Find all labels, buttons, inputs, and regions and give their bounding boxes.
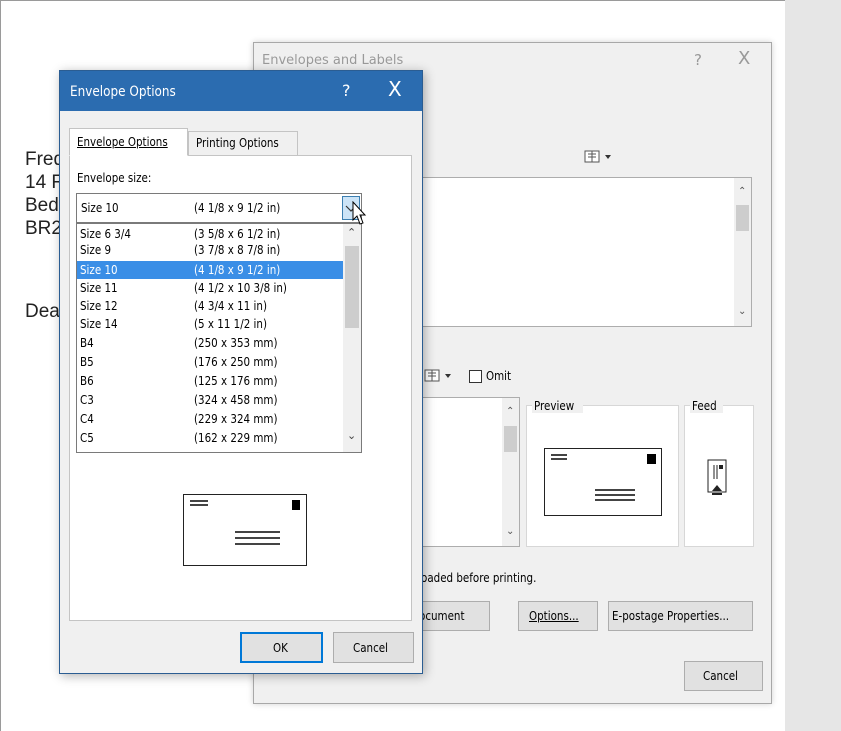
envelope-size-select[interactable]: Size 10 (4 1/8 x 9 1/2 in) — [76, 193, 362, 223]
return-address-field[interactable]: ⌃ ⌄ — [421, 397, 520, 547]
scroll-down-icon[interactable]: ⌄ — [347, 429, 356, 442]
delivery-scrollbar[interactable]: ⌃ ⌄ — [734, 178, 751, 326]
envelope-preview — [183, 494, 307, 566]
list-item[interactable]: B4 (250 x 353 mm) — [77, 336, 343, 351]
doc-line-4: BR2 — [25, 218, 62, 239]
list-item[interactable]: Size 14 (5 x 11 1/2 in) — [77, 317, 343, 332]
options-button[interactable]: Options... — [518, 601, 598, 631]
preview-label: Preview — [532, 399, 583, 413]
add-to-document-button[interactable]: ocument — [414, 601, 490, 631]
feed-note: oaded before printing. — [421, 571, 537, 585]
list-item[interactable]: Size 6 3/4 (3 5/8 x 6 1/2 in) — [77, 227, 343, 242]
list-item[interactable]: C3 (324 x 458 mm) — [77, 393, 343, 408]
feed-label: Feed — [690, 399, 723, 413]
preview-envelope[interactable] — [544, 448, 662, 516]
list-item[interactable]: C4 (229 x 324 mm) — [77, 412, 343, 427]
list-item[interactable]: B6 (125 x 176 mm) — [77, 374, 343, 389]
close-button[interactable]: X — [738, 48, 750, 69]
list-item[interactable]: Size 9 (3 7/8 x 8 7/8 in) — [77, 243, 343, 258]
dialog-title: Envelope Options — [70, 84, 176, 100]
envelope-size-label: Envelope size: — [77, 171, 152, 185]
help-button[interactable]: ? — [694, 51, 702, 69]
list-item[interactable]: C5 (162 x 229 mm) — [77, 431, 343, 446]
list-item[interactable]: Size 12 (4 3/4 x 11 in) — [77, 299, 343, 314]
omit-checkbox[interactable] — [469, 370, 482, 383]
scroll-up-icon[interactable]: ⌃ — [347, 226, 356, 239]
address-book-icon[interactable] — [584, 149, 616, 165]
list-item[interactable]: Size 11 (4 1/2 x 10 3/8 in) — [77, 281, 343, 296]
scroll-thumb[interactable] — [345, 246, 359, 328]
epostage-properties-button[interactable]: E-postage Properties... — [608, 601, 753, 631]
list-item[interactable]: B5 (176 x 250 mm) — [77, 355, 343, 370]
ok-button[interactable]: OK — [240, 632, 323, 663]
close-button[interactable]: X — [388, 77, 402, 101]
mouse-cursor-icon — [352, 200, 368, 227]
right-pane — [785, 0, 841, 731]
return-scrollbar[interactable]: ⌃ ⌄ — [502, 398, 519, 546]
return-address-book-icon[interactable] — [424, 368, 456, 384]
feed-icon[interactable] — [707, 459, 727, 509]
dialog-title: Envelopes and Labels — [262, 53, 404, 68]
dropdown-scrollbar[interactable]: ⌃ ⌄ — [343, 224, 361, 452]
tab-envelope-options[interactable]: Envelope Options — [69, 128, 188, 156]
help-button[interactable]: ? — [342, 81, 351, 100]
tab-printing-options[interactable]: Printing Options — [188, 131, 298, 155]
list-item-selected[interactable]: Size 10 (4 1/8 x 9 1/2 in) — [77, 261, 343, 279]
envelope-size-list[interactable]: Size 6 3/4 (3 5/8 x 6 1/2 in) Size 9 (3 7/… — [76, 223, 362, 453]
dialog-titlebar[interactable]: Envelope Options ? X — [60, 71, 422, 111]
delivery-address-field[interactable]: ⌃ ⌄ — [421, 177, 752, 327]
omit-label: Omit — [486, 369, 512, 383]
cancel-button[interactable]: Cancel — [684, 661, 763, 691]
envelope-options-dialog: Envelope Options ? X Envelope Options Pr… — [59, 70, 423, 674]
cancel-button[interactable]: Cancel — [333, 632, 414, 663]
